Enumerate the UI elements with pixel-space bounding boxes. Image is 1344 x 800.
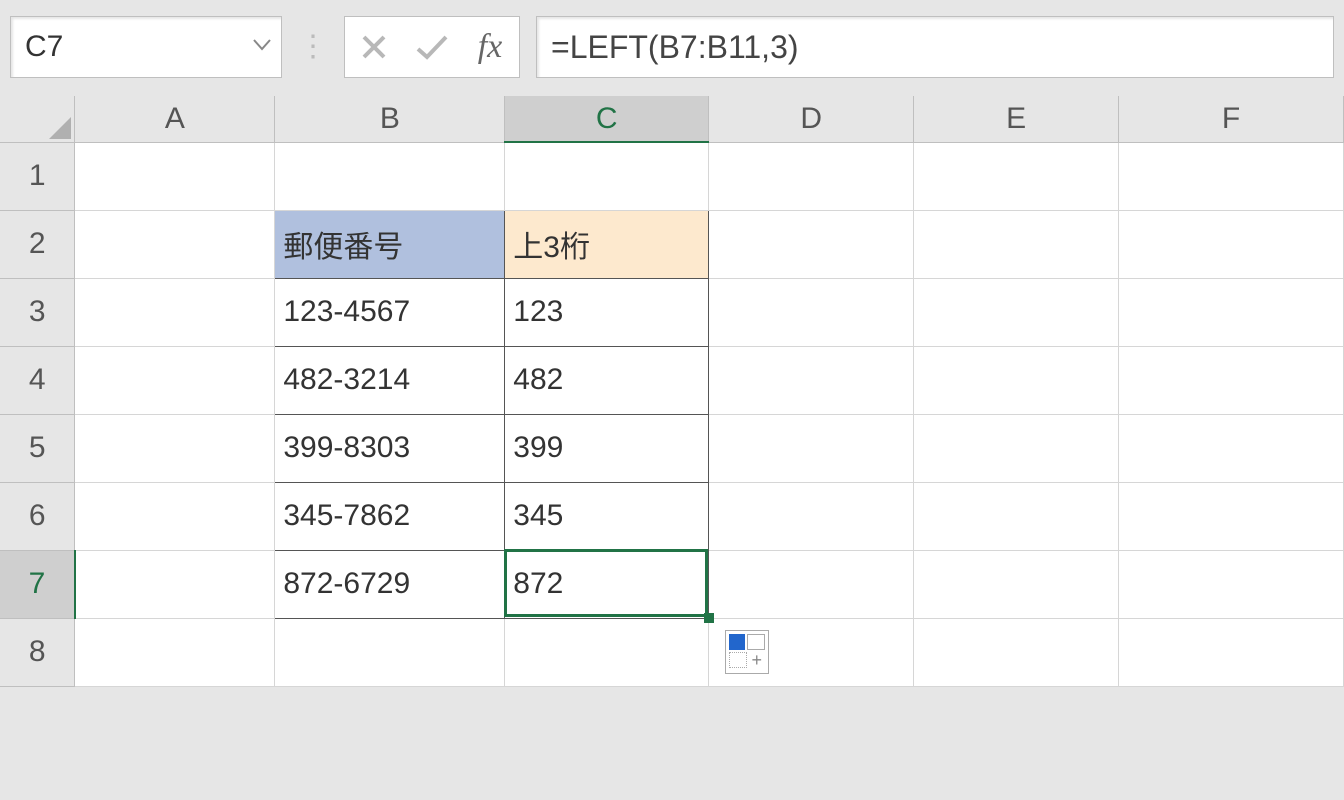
cell-C7[interactable]: 872: [505, 550, 709, 618]
cell-C6[interactable]: 345: [505, 482, 709, 550]
col-header-D[interactable]: D: [709, 96, 914, 142]
row-header-6[interactable]: 6: [0, 482, 75, 550]
cell-A8[interactable]: [75, 618, 275, 686]
spreadsheet-grid[interactable]: A B C D E F 1 2 郵便番号 上3桁 3 123-4567 123 …: [0, 96, 1344, 687]
select-all-corner[interactable]: [0, 96, 75, 142]
cell-A1[interactable]: [75, 142, 275, 210]
cell-E1[interactable]: [914, 142, 1119, 210]
col-header-F[interactable]: F: [1119, 96, 1344, 142]
row-header-3[interactable]: 3: [0, 278, 75, 346]
cell-D2[interactable]: [709, 210, 914, 278]
fx-label: fx: [478, 28, 503, 66]
fill-handle[interactable]: [704, 613, 714, 623]
cell-C3[interactable]: 123: [505, 278, 709, 346]
formula-bar[interactable]: =LEFT(B7:B11,3): [536, 16, 1334, 78]
cell-E7[interactable]: [914, 550, 1119, 618]
cell-B6[interactable]: 345-7862: [275, 482, 505, 550]
cell-E6[interactable]: [914, 482, 1119, 550]
row-header-8[interactable]: 8: [0, 618, 75, 686]
cell-D5[interactable]: [709, 414, 914, 482]
chevron-down-icon[interactable]: [253, 38, 271, 56]
drag-handle-icon[interactable]: ⋮: [298, 41, 328, 53]
cell-B4[interactable]: 482-3214: [275, 346, 505, 414]
cell-E2[interactable]: [914, 210, 1119, 278]
cell-C5[interactable]: 399: [505, 414, 709, 482]
cell-A3[interactable]: [75, 278, 275, 346]
col-header-C[interactable]: C: [505, 96, 709, 142]
row-header-1[interactable]: 1: [0, 142, 75, 210]
row-header-5[interactable]: 5: [0, 414, 75, 482]
formula-bar-row: C7 ⋮ fx =LEFT(B7:B11,3): [0, 0, 1344, 96]
cell-A2[interactable]: [75, 210, 275, 278]
cell-F1[interactable]: [1119, 142, 1344, 210]
cell-D1[interactable]: [709, 142, 914, 210]
cell-D3[interactable]: [709, 278, 914, 346]
cell-B7[interactable]: 872-6729: [275, 550, 505, 618]
cell-C1[interactable]: [505, 142, 709, 210]
cell-B3[interactable]: 123-4567: [275, 278, 505, 346]
row-header-2[interactable]: 2: [0, 210, 75, 278]
cell-B5[interactable]: 399-8303: [275, 414, 505, 482]
row-header-4[interactable]: 4: [0, 346, 75, 414]
name-box[interactable]: C7: [10, 16, 282, 78]
cell-E3[interactable]: [914, 278, 1119, 346]
cell-C8[interactable]: [505, 618, 709, 686]
cell-A5[interactable]: [75, 414, 275, 482]
row-header-7[interactable]: 7: [0, 550, 75, 618]
cell-D6[interactable]: [709, 482, 914, 550]
col-header-E[interactable]: E: [914, 96, 1119, 142]
cell-F5[interactable]: [1119, 414, 1344, 482]
cell-E8[interactable]: [914, 618, 1119, 686]
cell-F7[interactable]: [1119, 550, 1344, 618]
cancel-icon[interactable]: [345, 18, 403, 76]
cell-D7[interactable]: [709, 550, 914, 618]
cell-E4[interactable]: [914, 346, 1119, 414]
cell-F4[interactable]: [1119, 346, 1344, 414]
cell-F2[interactable]: [1119, 210, 1344, 278]
cell-B8[interactable]: [275, 618, 505, 686]
cell-F6[interactable]: [1119, 482, 1344, 550]
cell-A6[interactable]: [75, 482, 275, 550]
cell-A7[interactable]: [75, 550, 275, 618]
formula-bar-buttons: fx: [344, 16, 520, 78]
cell-C4[interactable]: 482: [505, 346, 709, 414]
col-header-B[interactable]: B: [275, 96, 505, 142]
cell-A4[interactable]: [75, 346, 275, 414]
cell-F8[interactable]: [1119, 618, 1344, 686]
fx-icon[interactable]: fx: [461, 18, 519, 76]
cell-D4[interactable]: [709, 346, 914, 414]
name-box-value: C7: [25, 30, 253, 64]
formula-bar-value: =LEFT(B7:B11,3): [551, 29, 799, 66]
cell-B1[interactable]: [275, 142, 505, 210]
col-header-A[interactable]: A: [75, 96, 275, 142]
cell-F3[interactable]: [1119, 278, 1344, 346]
cell-C2[interactable]: 上3桁: [505, 210, 709, 278]
paste-options-icon[interactable]: +: [725, 630, 769, 674]
enter-icon[interactable]: [403, 18, 461, 76]
cell-B2[interactable]: 郵便番号: [275, 210, 505, 278]
cell-E5[interactable]: [914, 414, 1119, 482]
